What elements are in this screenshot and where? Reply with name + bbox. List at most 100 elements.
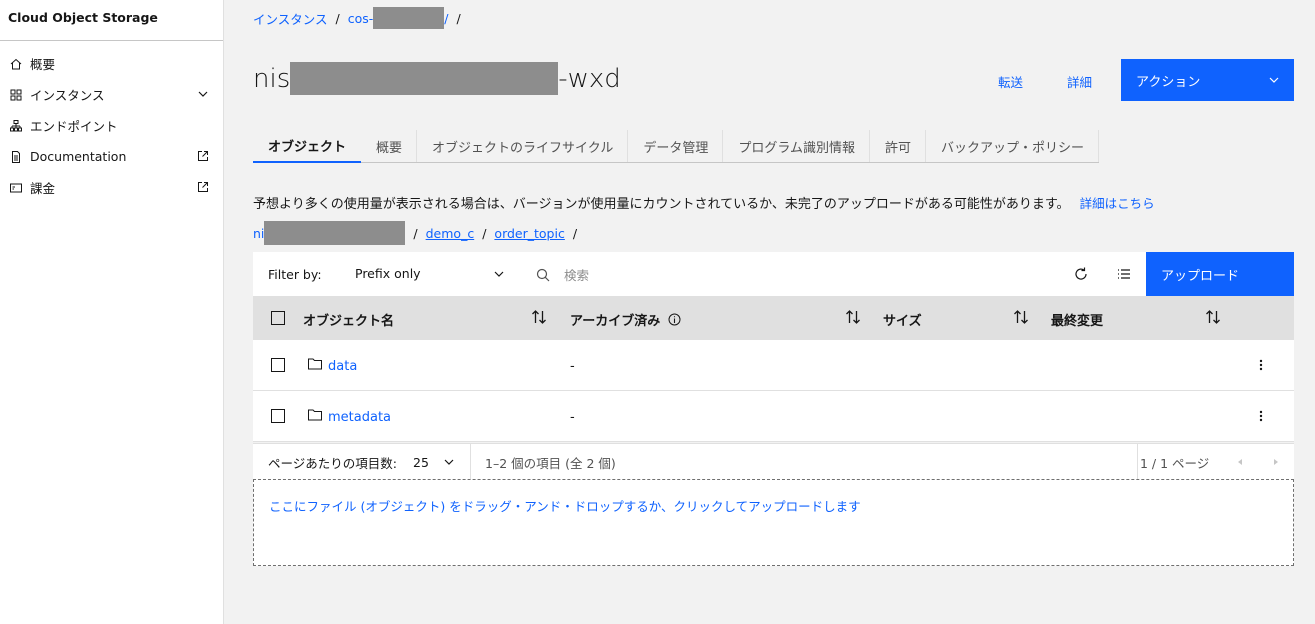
info-icon[interactable] bbox=[668, 313, 681, 326]
select-all-checkbox[interactable] bbox=[271, 311, 285, 325]
sort-icon[interactable] bbox=[845, 309, 861, 325]
row-checkbox[interactable] bbox=[271, 358, 285, 372]
upload-button[interactable]: アップロード bbox=[1146, 252, 1294, 296]
tab-backup-policy[interactable]: バックアップ・ポリシー bbox=[926, 130, 1100, 163]
object-name-link[interactable]: metadata bbox=[328, 410, 391, 425]
chevron-down-icon bbox=[1268, 74, 1280, 86]
sidebar-nav: 概要 インスタンス エンドポイント Documentation 課金 bbox=[0, 41, 223, 203]
path-separator: / bbox=[572, 225, 578, 241]
actions-button[interactable]: アクション bbox=[1121, 59, 1294, 101]
transfer-button[interactable]: 転送 bbox=[998, 72, 1023, 91]
pagination: ページあたりの項目数: 25 1–2 個の項目 (全 2 個) 1 / 1 ペー… bbox=[253, 443, 1294, 480]
billing-icon bbox=[10, 182, 22, 194]
tab-program-identity[interactable]: プログラム識別情報 bbox=[723, 130, 871, 163]
details-button[interactable]: 詳細 bbox=[1067, 72, 1092, 91]
launch-icon bbox=[197, 181, 209, 193]
usage-notice: 予想より多くの使用量が表示される場合は、バージョンが使用量にカウントされているか… bbox=[253, 193, 1155, 212]
sidebar-item-documentation[interactable]: Documentation bbox=[0, 141, 223, 172]
breadcrumb: インスタンス / cos- / / bbox=[253, 7, 469, 29]
sidebar-item-label: 課金 bbox=[30, 181, 56, 196]
table-row[interactable]: metadata - bbox=[253, 391, 1294, 442]
search-input[interactable]: 検索 bbox=[536, 265, 589, 284]
sidebar: Cloud Object Storage 概要 インスタンス エンドポイント D… bbox=[0, 0, 224, 624]
object-name-link[interactable]: data bbox=[328, 359, 357, 374]
items-per-page-select[interactable]: 25 bbox=[413, 444, 455, 480]
breadcrumb-separator: / bbox=[456, 10, 461, 26]
column-header-archived[interactable]: アーカイブ済み bbox=[570, 310, 681, 329]
dropzone-text: ここにファイル (オブジェクト) をドラッグ・アンド・ドロップするか、クリックし… bbox=[269, 499, 861, 514]
breadcrumb-instance-prefix[interactable]: cos- bbox=[348, 11, 374, 26]
column-header-size[interactable]: サイズ bbox=[883, 310, 922, 329]
tab-overview[interactable]: 概要 bbox=[361, 130, 418, 163]
home-icon bbox=[10, 58, 22, 70]
redacted-block bbox=[264, 221, 406, 245]
page-title: nis -wxd bbox=[253, 62, 621, 95]
table-toolbar: Filter by: Prefix only 検索 アップロード bbox=[253, 252, 1294, 296]
tab-permissions[interactable]: 許可 bbox=[870, 130, 927, 163]
breadcrumb-instance-suffix[interactable]: / bbox=[444, 11, 448, 26]
archived-value: - bbox=[570, 359, 575, 374]
folder-icon bbox=[308, 358, 322, 370]
sidebar-title: Cloud Object Storage bbox=[0, 0, 223, 41]
chevron-down-icon bbox=[493, 268, 505, 280]
items-per-page-label: ページあたりの項目数: bbox=[268, 455, 397, 471]
object-path: ni / demo_c / order_topic / bbox=[253, 221, 585, 245]
archived-value: - bbox=[570, 410, 575, 425]
search-icon bbox=[536, 268, 550, 282]
hierarchy-icon bbox=[10, 119, 22, 132]
sidebar-item-instances[interactable]: インスタンス bbox=[0, 79, 223, 110]
sidebar-item-endpoints[interactable]: エンドポイント bbox=[0, 110, 223, 141]
refresh-icon[interactable] bbox=[1073, 266, 1089, 282]
row-checkbox[interactable] bbox=[271, 409, 285, 423]
tab-list: オブジェクト 概要 オブジェクトのライフサイクル データ管理 プログラム識別情報… bbox=[253, 130, 1100, 163]
actions-button-label: アクション bbox=[1136, 74, 1201, 90]
pagination-divider bbox=[1137, 444, 1138, 480]
sidebar-item-label: インスタンス bbox=[30, 88, 105, 103]
sort-icon[interactable] bbox=[531, 309, 547, 325]
sidebar-item-overview[interactable]: 概要 bbox=[0, 48, 223, 79]
page-indicator: 1 / 1 ページ bbox=[1140, 455, 1210, 471]
items-per-page-value: 25 bbox=[413, 454, 429, 470]
launch-icon bbox=[197, 150, 209, 162]
sort-icon[interactable] bbox=[1013, 309, 1029, 325]
upload-dropzone[interactable]: ここにファイル (オブジェクト) をドラッグ・アンド・ドロップするか、クリックし… bbox=[253, 479, 1294, 566]
usage-notice-text: 予想より多くの使用量が表示される場合は、バージョンが使用量にカウントされているか… bbox=[253, 197, 1070, 212]
overflow-menu-icon[interactable] bbox=[1259, 358, 1263, 372]
overflow-menu-icon[interactable] bbox=[1259, 409, 1263, 423]
column-header-archived-label: アーカイブ済み bbox=[570, 314, 661, 329]
sidebar-item-label: エンドポイント bbox=[30, 119, 118, 134]
redacted-block bbox=[290, 62, 559, 95]
next-page-icon[interactable] bbox=[1272, 444, 1280, 480]
tab-data-management[interactable]: データ管理 bbox=[628, 130, 724, 163]
chevron-down-icon[interactable] bbox=[197, 88, 209, 100]
list-view-icon[interactable] bbox=[1116, 266, 1132, 282]
tab-objects[interactable]: オブジェクト bbox=[253, 130, 362, 163]
table-row[interactable]: data - bbox=[253, 340, 1294, 391]
path-segment-demo-c[interactable]: demo_c bbox=[426, 226, 475, 241]
sidebar-item-label: 概要 bbox=[30, 57, 56, 72]
grid-icon bbox=[10, 89, 22, 101]
sidebar-item-billing[interactable]: 課金 bbox=[0, 172, 223, 203]
chevron-down-icon bbox=[443, 456, 455, 468]
path-segment-order-topic[interactable]: order_topic bbox=[494, 226, 564, 241]
folder-icon bbox=[308, 409, 322, 421]
column-header-name[interactable]: オブジェクト名 bbox=[303, 310, 394, 329]
filter-label: Filter by: bbox=[268, 266, 322, 282]
sort-icon[interactable] bbox=[1205, 309, 1221, 325]
filter-dropdown[interactable]: Prefix only bbox=[355, 266, 505, 281]
search-placeholder: 検索 bbox=[564, 268, 590, 283]
page-title-suffix: -wxd bbox=[558, 63, 621, 94]
tab-lifecycle[interactable]: オブジェクトのライフサイクル bbox=[417, 130, 629, 163]
redacted-block bbox=[373, 7, 445, 29]
page-title-prefix: nis bbox=[253, 63, 291, 94]
path-root[interactable]: ni bbox=[253, 226, 264, 241]
path-separator: / bbox=[413, 225, 418, 241]
learn-more-link[interactable]: 詳細はこちら bbox=[1080, 196, 1155, 211]
previous-page-icon[interactable] bbox=[1236, 444, 1244, 480]
table-header: オブジェクト名 アーカイブ済み サイズ 最終変更 bbox=[253, 296, 1294, 340]
column-header-last-modified[interactable]: 最終変更 bbox=[1051, 310, 1103, 329]
pagination-divider bbox=[470, 444, 471, 480]
breadcrumb-instances[interactable]: インスタンス bbox=[253, 9, 328, 28]
main-content: インスタンス / cos- / / nis -wxd 転送 詳細 アクション オ… bbox=[253, 0, 1294, 624]
breadcrumb-separator: / bbox=[335, 10, 340, 26]
